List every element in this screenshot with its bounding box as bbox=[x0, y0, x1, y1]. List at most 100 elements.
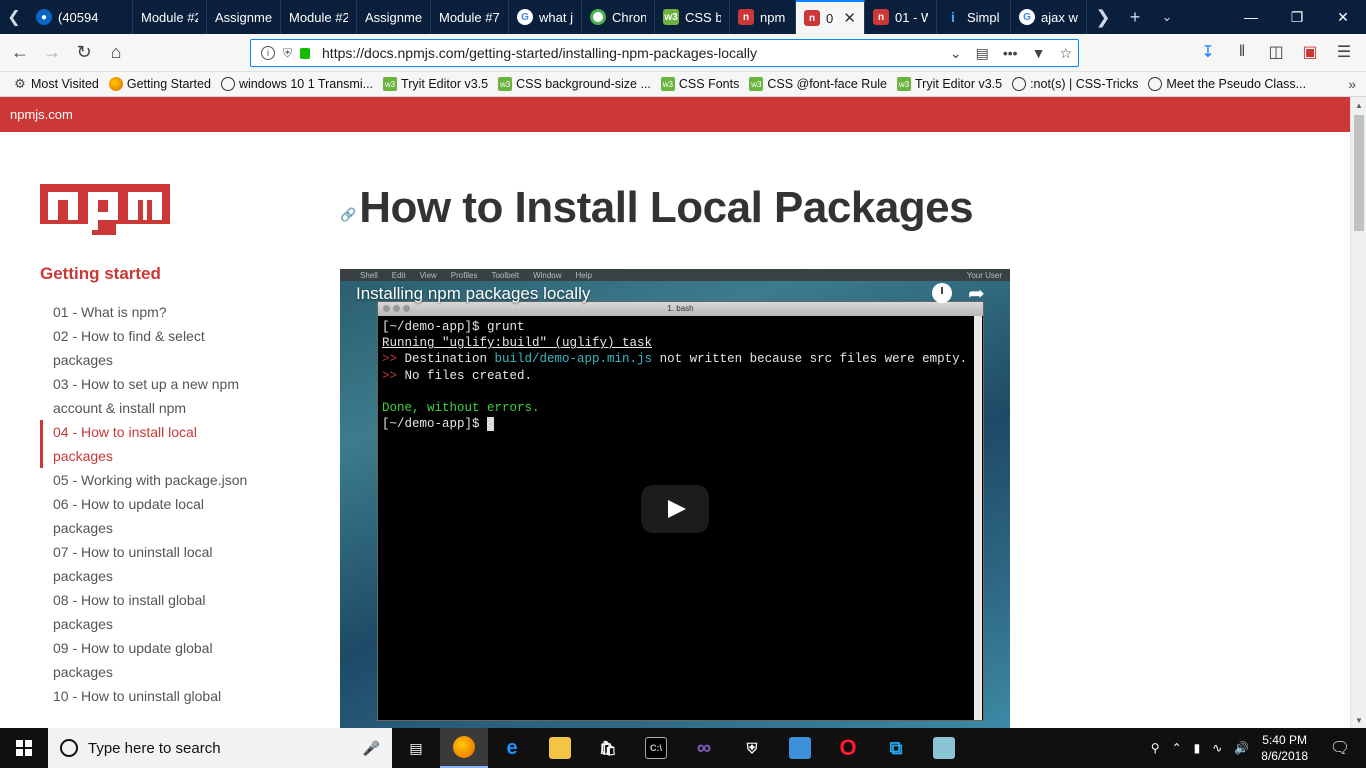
sidebar-item[interactable]: 02 - How to find & select packages bbox=[40, 324, 250, 372]
download-icon[interactable]: ↧ bbox=[1194, 37, 1222, 67]
bookmark-item[interactable]: w3 Tryit Editor v3.5 bbox=[378, 77, 493, 91]
bookmark-item[interactable]: :not(s) | CSS-Tricks bbox=[1007, 77, 1143, 91]
sidebar-item[interactable]: 03 - How to set up a new npm account & i… bbox=[40, 372, 250, 420]
browser-tab[interactable]: Module #7 bbox=[431, 0, 509, 34]
web-page: npmjs.com Getting started 01 - What is n… bbox=[0, 97, 1350, 728]
browser-tab[interactable]: Chron bbox=[582, 0, 655, 34]
bookmark-item[interactable]: w3 CSS @font-face Rule bbox=[744, 77, 892, 91]
opera-icon[interactable]: O bbox=[824, 728, 872, 768]
menu-icon[interactable]: ☰ bbox=[1330, 37, 1358, 67]
bookmark-item[interactable]: ⚙ Most Visited bbox=[8, 76, 104, 91]
edge-icon[interactable]: e bbox=[488, 728, 536, 768]
browser-tab[interactable]: ● (40594 bbox=[28, 0, 133, 34]
vscode-icon[interactable]: ⧉ bbox=[872, 728, 920, 768]
bookmark-item[interactable]: w3 CSS background-size ... bbox=[493, 77, 656, 91]
sidebar-item[interactable]: 09 - How to update global packages bbox=[40, 636, 250, 684]
action-center-icon[interactable]: 🗨 bbox=[1320, 738, 1360, 758]
microphone-icon[interactable]: 🎤 bbox=[363, 740, 380, 757]
close-window-icon[interactable]: ✕ bbox=[1320, 0, 1366, 34]
close-tab-icon[interactable]: ✕ bbox=[843, 9, 856, 27]
sidebar-item[interactable]: 07 - How to uninstall local packages bbox=[40, 540, 250, 588]
w3-icon: w3 bbox=[383, 77, 398, 91]
bookmark-item[interactable]: Getting Started bbox=[104, 77, 216, 91]
bookmark-item[interactable]: w3 Tryit Editor v3.5 bbox=[892, 77, 1007, 91]
new-tab-button[interactable]: + bbox=[1119, 0, 1151, 34]
bookmark-item[interactable]: windows 10 1 Transmi... bbox=[216, 77, 378, 91]
terminal-text: Running "uglify:build" (uglify) task bbox=[382, 336, 653, 351]
tracking-shield-icon[interactable]: ⛨ bbox=[283, 46, 292, 61]
page-scrollbar[interactable]: ▲ ▼ bbox=[1350, 97, 1366, 728]
list-all-tabs-button[interactable]: ⌄ bbox=[1151, 0, 1183, 34]
npmjs-home-link[interactable]: npmjs.com bbox=[10, 107, 73, 122]
pocket-icon[interactable]: ▼ bbox=[1032, 45, 1046, 61]
firefox-taskbar-icon[interactable] bbox=[440, 728, 488, 768]
browser-tab[interactable]: Module #2 bbox=[133, 0, 207, 34]
url-text[interactable]: https://docs.npmjs.com/getting-started/i… bbox=[322, 45, 757, 61]
wifi-icon[interactable]: ∿ bbox=[1212, 741, 1222, 755]
bookmark-item[interactable]: w3 CSS Fonts bbox=[656, 77, 744, 91]
restore-icon[interactable]: ❐ bbox=[1274, 0, 1320, 34]
reload-button[interactable]: ↻ bbox=[68, 37, 100, 69]
mac-menubar-user: Your User bbox=[966, 270, 1002, 280]
page-actions-icon[interactable]: ••• bbox=[1003, 45, 1018, 61]
sidebar-item[interactable]: 08 - How to install global packages bbox=[40, 588, 250, 636]
watch-later-icon[interactable] bbox=[932, 283, 952, 303]
address-bar[interactable]: i ⛨ https://docs.npmjs.com/getting-start… bbox=[250, 39, 1079, 67]
browser-tab[interactable]: Assignmer bbox=[207, 0, 281, 34]
sidebar-icon[interactable]: ◫ bbox=[1262, 37, 1290, 67]
tab-scroll-right-button[interactable]: ❯ bbox=[1087, 0, 1119, 34]
scroll-down-icon[interactable]: ▼ bbox=[1351, 712, 1366, 728]
show-hidden-icons-icon[interactable]: ⌃ bbox=[1172, 741, 1182, 755]
video-title[interactable]: Installing npm packages locally bbox=[356, 284, 590, 304]
bookmark-star-icon[interactable]: ☆ bbox=[1059, 45, 1072, 62]
tab-scroll-left-button[interactable]: ❮ bbox=[0, 0, 28, 34]
security-icon[interactable]: ⛨ bbox=[728, 728, 776, 768]
browser-tab[interactable]: n npm D bbox=[730, 0, 796, 34]
task-view-icon[interactable]: ▤ bbox=[392, 728, 440, 768]
npm-logo[interactable] bbox=[40, 184, 170, 235]
scrollbar-thumb[interactable] bbox=[1354, 115, 1364, 231]
dropdown-icon[interactable]: ⌄ bbox=[950, 45, 962, 62]
site-info-icon[interactable]: i bbox=[261, 46, 275, 60]
people-icon[interactable]: ⚲ bbox=[1151, 741, 1160, 755]
browser-tab[interactable]: Assignmer bbox=[357, 0, 431, 34]
browser-tab[interactable]: Module #2 bbox=[281, 0, 357, 34]
sidebar-item[interactable]: 01 - What is npm? bbox=[40, 300, 250, 324]
share-icon[interactable]: ➦ bbox=[968, 281, 985, 306]
home-button[interactable]: ⌂ bbox=[100, 37, 132, 69]
browser-tab[interactable]: Gwhat j bbox=[509, 0, 582, 34]
store-icon[interactable]: 🛍 bbox=[584, 728, 632, 768]
sidebar-item[interactable]: 05 - Working with package.json bbox=[40, 468, 250, 492]
play-button[interactable] bbox=[641, 485, 709, 533]
browser-tab[interactable]: n 01 - W bbox=[865, 0, 937, 34]
library-icon[interactable]: ‖ bbox=[1228, 37, 1256, 67]
volume-icon[interactable]: 🔊 bbox=[1234, 741, 1249, 755]
tab-label: Simpl bbox=[967, 9, 1000, 25]
start-button[interactable] bbox=[0, 728, 48, 768]
file-explorer-icon[interactable] bbox=[536, 728, 584, 768]
visual-studio-icon[interactable]: ∞ bbox=[680, 728, 728, 768]
notes-app-icon[interactable] bbox=[920, 728, 968, 768]
bookmark-item[interactable]: Meet the Pseudo Class... bbox=[1143, 77, 1311, 91]
remote-desktop-icon[interactable] bbox=[776, 728, 824, 768]
sidebar-item[interactable]: 10 - How to uninstall global bbox=[40, 684, 250, 708]
browser-tab[interactable]: i Simpl bbox=[937, 0, 1011, 34]
browser-tab[interactable]: Gajax w bbox=[1011, 0, 1087, 34]
video-player[interactable]: Shell Edit View Profiles Toolbelt Window Help … bbox=[340, 269, 1010, 728]
taskbar-search-box[interactable]: Type here to search 🎤 bbox=[48, 728, 392, 768]
scroll-up-icon[interactable]: ▲ bbox=[1351, 97, 1366, 113]
anchor-link-icon[interactable]: 🔗 bbox=[340, 207, 356, 223]
battery-icon[interactable]: ▮ bbox=[1194, 741, 1201, 755]
minimize-icon[interactable]: — bbox=[1228, 0, 1274, 34]
clock[interactable]: 5:40 PM 8/6/2018 bbox=[1261, 732, 1308, 764]
forward-button[interactable]: → bbox=[36, 37, 68, 69]
browser-tab[interactable]: w3 CSS ba bbox=[655, 0, 730, 34]
extension-icon[interactable]: ▣ bbox=[1296, 37, 1324, 67]
bookmarks-overflow-icon[interactable]: » bbox=[1348, 76, 1366, 92]
reader-view-icon[interactable]: ▤ bbox=[976, 45, 989, 62]
sidebar-item[interactable]: 06 - How to update local packages bbox=[40, 492, 250, 540]
browser-tab[interactable]: n 04 ✕ bbox=[796, 0, 865, 34]
back-button[interactable]: ← bbox=[4, 37, 36, 69]
sidebar-item[interactable]: 04 - How to install local packages bbox=[40, 420, 250, 468]
command-prompt-icon[interactable]: C:\ bbox=[632, 728, 680, 768]
